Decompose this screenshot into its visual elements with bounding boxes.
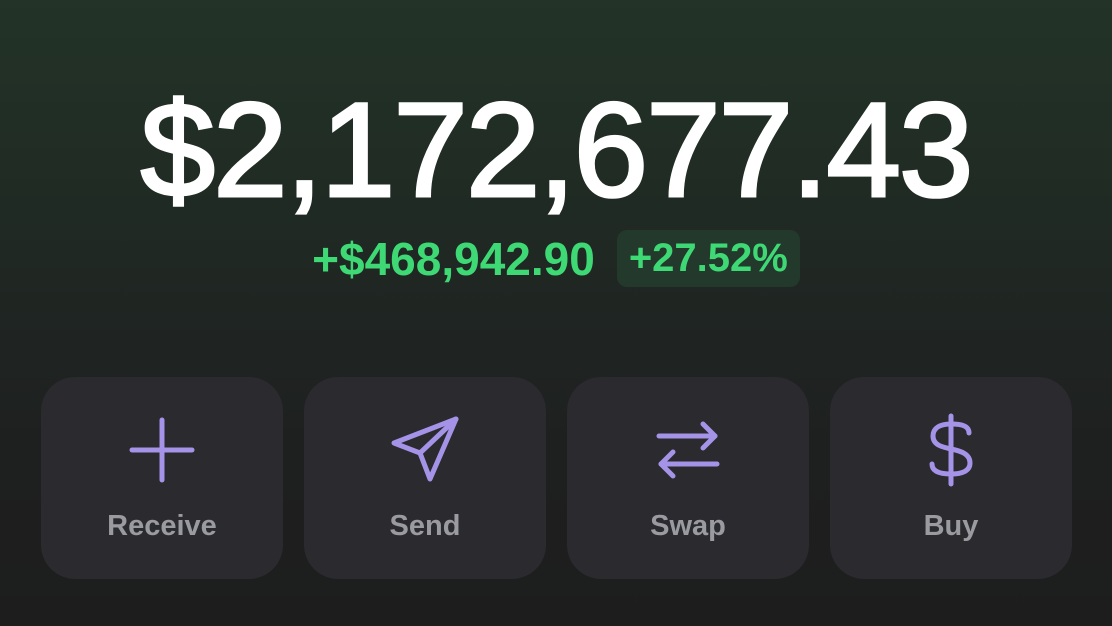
swap-label: Swap <box>650 510 726 542</box>
dollar-icon <box>915 413 987 487</box>
swap-button[interactable]: Swap <box>567 377 809 579</box>
change-amount: +$468,942.90 <box>312 232 595 285</box>
receive-label: Receive <box>107 510 217 542</box>
total-balance: $2,172,677.43 <box>139 76 975 225</box>
action-buttons: Receive Send Swap Buy <box>41 377 1072 579</box>
receive-button[interactable]: Receive <box>41 377 283 579</box>
buy-button[interactable]: Buy <box>830 377 1072 579</box>
plus-icon <box>126 414 198 486</box>
send-button[interactable]: Send <box>304 377 546 579</box>
change-percent-badge: +27.52% <box>616 230 800 287</box>
paper-plane-icon <box>389 414 461 486</box>
swap-arrows-icon <box>652 414 724 486</box>
send-label: Send <box>389 510 461 542</box>
balance-change: +$468,942.90 +27.52% <box>0 230 1112 287</box>
buy-label: Buy <box>923 510 979 542</box>
